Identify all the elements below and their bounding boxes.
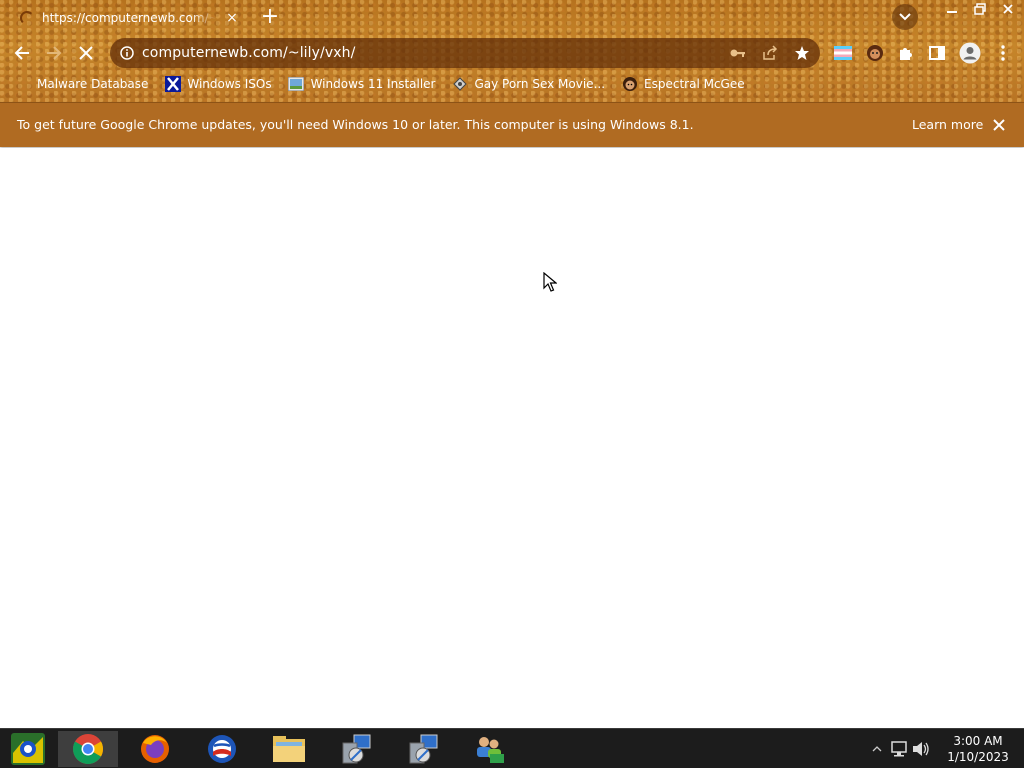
mouse-cursor-icon	[543, 272, 557, 292]
tab-search-button[interactable]	[892, 4, 918, 30]
clock-time: 3:00 AM	[953, 734, 1003, 748]
url-text[interactable]: computernewb.com/~lily/vxh/	[142, 45, 355, 61]
bookmark-label: Windows 11 Installer	[310, 77, 436, 91]
new-tab-button[interactable]: +	[258, 6, 282, 30]
toolbar: computernewb.com/~lily/vxh/	[0, 36, 1024, 70]
page-content	[0, 148, 1024, 728]
extension-avatar-button[interactable]	[860, 38, 890, 68]
extension-flag-button[interactable]	[828, 38, 858, 68]
taskbar: 3:00 AM 1/10/2023	[0, 728, 1024, 768]
face-icon	[867, 45, 883, 61]
disk-icon	[451, 76, 468, 93]
network-status-button[interactable]	[888, 738, 910, 760]
show-hidden-icons-button[interactable]	[866, 738, 888, 760]
key-icon	[730, 49, 745, 57]
browser-tab[interactable]: https://computernewb.com/~lily/vxh/ ×	[8, 2, 248, 34]
volume-button[interactable]	[910, 738, 932, 760]
puzzle-icon	[900, 48, 912, 60]
back-button[interactable]	[7, 38, 37, 68]
restore-icon	[974, 3, 986, 15]
bookmark-windows-11-installer[interactable]: Windows 11 Installer	[288, 76, 436, 93]
firefox-icon	[141, 735, 169, 763]
taskbar-installer-1[interactable]	[326, 731, 386, 767]
speaker-icon	[913, 742, 929, 756]
folder-icon	[273, 736, 305, 762]
stop-x-icon	[79, 46, 93, 60]
browser-frame: https://computernewb.com/~lily/vxh/ × +	[0, 0, 1024, 102]
installer-icon	[342, 734, 371, 764]
kebab-menu-icon	[1001, 45, 1005, 61]
forward-arrow-icon	[47, 46, 62, 60]
share-button[interactable]	[758, 41, 782, 65]
extensions-button[interactable]	[891, 38, 921, 68]
chevron-down-icon	[899, 13, 911, 21]
face-icon	[621, 76, 638, 93]
forward-button[interactable]	[39, 38, 69, 68]
chrome-icon	[72, 734, 104, 765]
restore-button[interactable]	[966, 0, 994, 18]
taskbar-opera[interactable]	[192, 731, 252, 767]
site-info-button[interactable]	[112, 38, 142, 68]
close-icon	[1003, 4, 1013, 14]
tab-title: https://computernewb.com/~lily/vxh/	[42, 11, 216, 25]
update-infobar: To get future Google Chrome updates, you…	[0, 102, 1024, 147]
password-key-button[interactable]	[726, 41, 750, 65]
bookmark-label: Espectral McGee	[644, 77, 745, 91]
start-icon	[11, 733, 45, 765]
learn-more-link[interactable]: Learn more	[912, 117, 983, 132]
close-window-button[interactable]	[994, 0, 1022, 18]
share-icon	[763, 45, 778, 60]
installer-icon	[409, 734, 438, 764]
circle-logo-icon	[208, 735, 236, 763]
chevron-up-icon	[872, 746, 882, 752]
bookmark-espectral-mcgee[interactable]: Espectral McGee	[621, 76, 745, 93]
account-avatar-icon	[959, 42, 981, 64]
taskbar-clock[interactable]: 3:00 AM 1/10/2023	[938, 733, 1018, 765]
start-button[interactable]	[0, 731, 56, 767]
trans-flag-icon	[834, 46, 852, 60]
info-icon	[120, 46, 134, 60]
infobar-message: To get future Google Chrome updates, you…	[17, 117, 694, 132]
back-arrow-icon	[14, 46, 29, 60]
minimize-icon	[947, 11, 957, 13]
profile-button[interactable]	[955, 38, 985, 68]
bookmark-malware-database[interactable]: Malware Database	[14, 76, 148, 93]
side-panel-icon	[929, 46, 945, 60]
close-icon	[993, 119, 1005, 131]
bookmark-icon	[14, 76, 31, 93]
taskbar-chrome[interactable]	[58, 731, 118, 767]
bookmarks-bar: Malware Database Windows ISOs Windows 11…	[0, 72, 1024, 96]
loading-spinner-icon	[20, 11, 34, 25]
network-icon	[891, 741, 907, 757]
bookmark-label: Windows ISOs	[187, 77, 272, 91]
window-controls	[938, 0, 1022, 18]
stop-loading-button[interactable]	[71, 38, 101, 68]
taskbar-firefox[interactable]	[125, 731, 185, 767]
image-icon	[288, 76, 305, 93]
bookmark-gay-porn-sex-movie[interactable]: Gay Porn Sex Movie...	[451, 76, 605, 93]
menu-button[interactable]	[988, 38, 1018, 68]
infobar-close-button[interactable]	[990, 116, 1008, 134]
star-icon	[795, 46, 809, 60]
bookmark-windows-isos[interactable]: Windows ISOs	[164, 76, 272, 93]
bookmark-label: Gay Porn Sex Movie...	[474, 77, 606, 91]
system-tray: 3:00 AM 1/10/2023	[866, 729, 1024, 768]
bookmark-star-button[interactable]	[790, 41, 814, 65]
address-bar[interactable]: computernewb.com/~lily/vxh/	[110, 38, 820, 68]
tab-close-button[interactable]: ×	[224, 10, 240, 26]
bookmark-label: Malware Database	[37, 77, 149, 91]
taskbar-file-explorer[interactable]	[259, 731, 319, 767]
taskbar-installer-2[interactable]	[393, 731, 453, 767]
side-panel-button[interactable]	[922, 38, 952, 68]
clock-date: 1/10/2023	[947, 750, 1009, 764]
network-users-icon	[477, 737, 504, 763]
x-logo-icon	[164, 76, 181, 93]
taskbar-network-users[interactable]	[459, 731, 519, 767]
minimize-button[interactable]	[938, 0, 966, 18]
